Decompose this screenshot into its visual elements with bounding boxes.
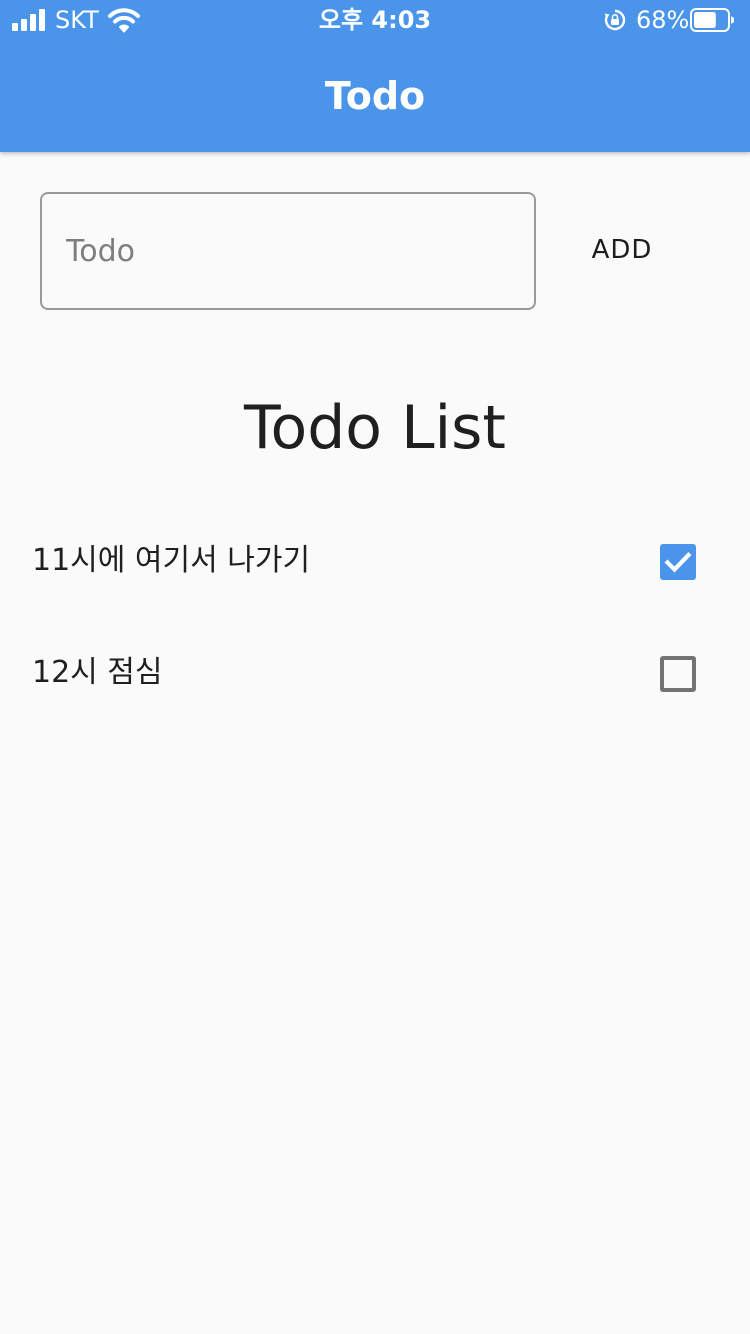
app-bar: SKT 오후 4:03 68% Todo — [0, 0, 750, 152]
page-title: Todo — [324, 74, 426, 118]
check-icon — [664, 552, 692, 573]
rotation-lock-icon — [604, 9, 626, 31]
todo-checkbox[interactable] — [660, 656, 696, 692]
battery-percent: 68% — [636, 6, 690, 34]
todo-list-title: Todo List — [244, 393, 506, 463]
add-button[interactable]: ADD — [566, 210, 678, 290]
battery-icon — [690, 8, 734, 32]
list-item: 11시에 여기서 나가기 — [0, 506, 750, 618]
todo-item-text: 12시 점심 — [32, 655, 163, 690]
list-item: 12시 점심 — [0, 618, 750, 730]
todo-input[interactable] — [40, 192, 536, 310]
todo-list: 11시에 여기서 나가기 12시 점심 — [0, 506, 750, 730]
todo-checkbox[interactable] — [660, 544, 696, 580]
todo-item-text: 11시에 여기서 나가기 — [32, 543, 311, 578]
status-bar: SKT 오후 4:03 68% — [0, 0, 750, 40]
